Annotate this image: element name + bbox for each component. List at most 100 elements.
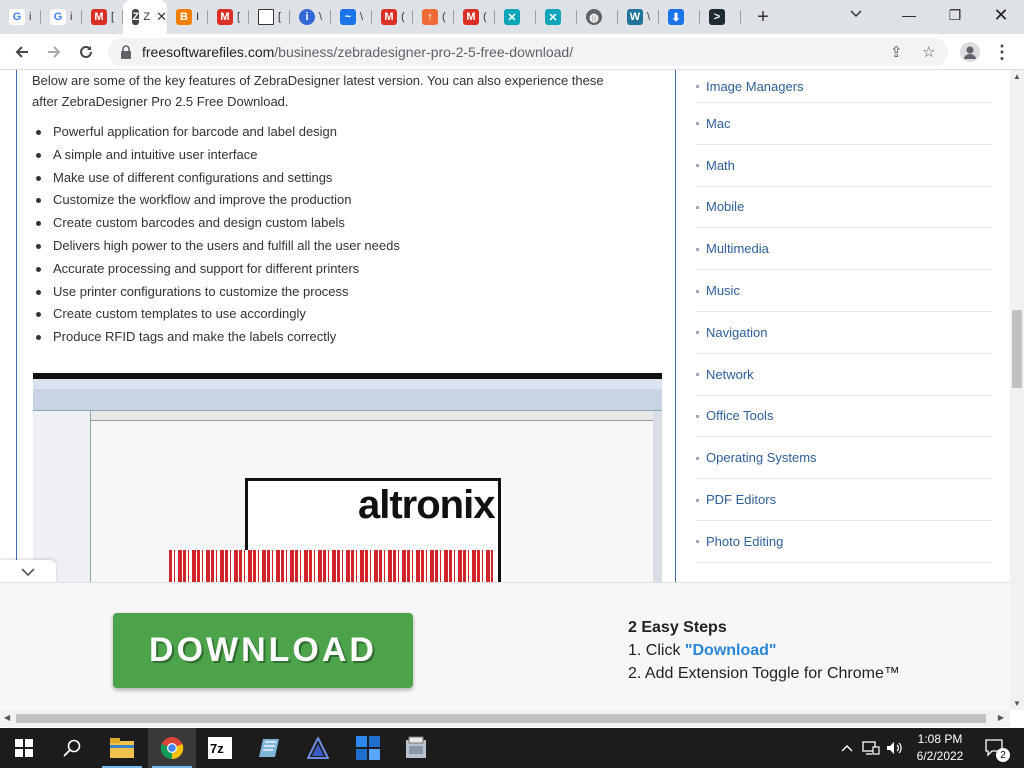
reload-button[interactable] — [74, 40, 98, 64]
search-button[interactable] — [48, 728, 96, 768]
sidebar-category-link[interactable]: Photo Editing — [696, 521, 992, 563]
browser-tab[interactable]: M( — [454, 0, 495, 34]
chrome-taskbar-icon[interactable] — [148, 728, 196, 768]
browser-tab[interactable]: M( — [372, 0, 413, 34]
google-icon: G — [50, 9, 66, 25]
browser-tab[interactable]: M[ — [82, 0, 123, 34]
horizontal-scroll-thumb[interactable] — [16, 714, 986, 723]
speaker-icon — [887, 742, 902, 754]
download-button[interactable]: DOWNLOAD — [113, 613, 413, 688]
minimize-button[interactable]: — — [886, 0, 932, 30]
browser-tab[interactable]: ✕ — [495, 0, 536, 34]
restore-button[interactable]: ❐ — [932, 0, 978, 30]
google-icon: G — [9, 9, 25, 25]
sidebar-category-link[interactable]: Mobile — [696, 187, 992, 229]
sidebar-category-link[interactable]: Office Tools — [696, 396, 992, 438]
vertical-scrollbar[interactable]: ▲ ▼ — [1010, 70, 1024, 710]
feature-list-item: Powerful application for barcode and lab… — [36, 124, 400, 147]
show-hidden-icons-button[interactable] — [838, 728, 856, 768]
download-icon: ⬇ — [668, 9, 684, 25]
file-explorer-taskbar-icon[interactable] — [98, 728, 146, 768]
download-button-label: DOWNLOAD — [149, 631, 377, 669]
forward-button[interactable] — [42, 40, 66, 64]
scroll-left-arrow-icon[interactable]: ◀ — [4, 713, 10, 722]
sidebar-category-link[interactable]: Image Managers — [696, 70, 992, 103]
chevron-up-icon — [841, 745, 853, 752]
category-sidebar: Image Managers Mac Math Mobile Multimedia Mus… — [696, 70, 992, 563]
sidebar-category-link[interactable]: Multimedia — [696, 228, 992, 271]
7zip-taskbar-icon[interactable]: 7z — [196, 728, 244, 768]
article-intro: Below are some of the key features of Ze… — [32, 73, 604, 109]
scroll-up-arrow-icon[interactable]: ▲ — [1013, 72, 1021, 81]
profile-button[interactable] — [958, 40, 982, 64]
browser-menu-button[interactable]: ⋮ — [990, 40, 1014, 64]
sidebar-category-link[interactable]: Mac — [696, 103, 992, 145]
screenshot-scrollbar — [653, 411, 662, 582]
clock-time: 1:08 PM — [917, 732, 963, 746]
scroll-down-arrow-icon[interactable]: ▼ — [1013, 699, 1021, 708]
share-icon[interactable]: ⇪ — [890, 43, 903, 61]
browser-tab[interactable]: ↑( — [413, 0, 454, 34]
browser-tab[interactable]: ◍ — [577, 0, 618, 34]
gmail-icon: M — [217, 9, 233, 25]
taskbar-clock[interactable]: 1:08 PM 6/2/2022 — [910, 731, 970, 765]
browser-tab[interactable]: Gi — [41, 0, 82, 34]
gmail-icon: M — [91, 9, 107, 25]
gmail-icon: M — [463, 9, 479, 25]
sidebar-category-link[interactable]: Music — [696, 270, 992, 312]
close-tab-icon[interactable]: ✕ — [156, 9, 167, 25]
step-two: 2. Add Extension Toggle for Chrome™ — [628, 665, 900, 682]
grid-app-taskbar-icon[interactable] — [344, 728, 392, 768]
archive-app-taskbar-icon[interactable] — [392, 728, 440, 768]
start-button[interactable] — [0, 728, 48, 768]
sidebar-category-link[interactable]: Network — [696, 354, 992, 396]
zebra-icon: Z — [132, 9, 140, 25]
back-button[interactable] — [10, 40, 34, 64]
scroll-right-arrow-icon[interactable]: ▶ — [998, 713, 1004, 722]
feature-list: Powerful application for barcode and lab… — [36, 124, 400, 352]
horizontal-scrollbar[interactable]: ◀ ▶ — [0, 710, 1010, 727]
notification-count-badge: 2 — [996, 748, 1010, 762]
browser-tab[interactable]: M[ — [208, 0, 249, 34]
new-tab-button[interactable]: + — [749, 6, 777, 29]
notebook-icon — [259, 739, 279, 757]
feature-list-item: A simple and intuitive user interface — [36, 147, 400, 170]
feature-list-item: Accurate processing and support for diff… — [36, 261, 400, 284]
browser-tab[interactable]: > — [700, 0, 741, 34]
vector-app-taskbar-icon[interactable] — [294, 728, 342, 768]
close-window-button[interactable]: ✕ — [978, 0, 1024, 30]
software-screenshot[interactable]: altronix — [33, 373, 662, 582]
bookmark-star-icon[interactable]: ☆ — [922, 43, 935, 61]
collapse-ad-button[interactable] — [0, 560, 56, 584]
tab-title: ( — [442, 11, 446, 23]
browser-tab[interactable]: Z Z ✕ — [123, 0, 167, 34]
tab-search-button[interactable] — [850, 6, 862, 21]
sidebar-category-link[interactable]: Navigation — [696, 312, 992, 354]
tab-title: i — [70, 11, 73, 23]
triangle-app-icon — [307, 737, 329, 759]
volume-tray-icon[interactable] — [884, 728, 906, 768]
notebook-taskbar-icon[interactable] — [246, 728, 294, 768]
web-page: Below are some of the key features of Ze… — [0, 70, 1010, 582]
vertical-scroll-thumb[interactable] — [1012, 310, 1022, 388]
swirl-icon: ~ — [340, 9, 356, 25]
browser-tab[interactable]: Gi — [0, 0, 41, 34]
action-center-button[interactable]: 2 — [980, 728, 1010, 768]
globe-icon: ◍ — [586, 9, 602, 25]
sidebar-category-link[interactable]: Operating Systems — [696, 437, 992, 480]
address-bar[interactable]: freesoftwarefiles.com/business/zebradesi… — [108, 38, 948, 66]
browser-tab[interactable]: [ — [249, 0, 290, 34]
browser-tab[interactable]: ~ \ — [331, 0, 372, 34]
browser-tab[interactable]: ✕ — [536, 0, 577, 34]
step-one-link[interactable]: "Download" — [685, 642, 777, 659]
sidebar-category-link[interactable]: PDF Editors — [696, 479, 992, 521]
browser-tab[interactable]: ⬇ — [659, 0, 700, 34]
screenshot-app-window: altronix — [33, 379, 662, 582]
sidebar-category-link[interactable]: Math — [696, 145, 992, 187]
network-tray-icon[interactable] — [860, 728, 882, 768]
tab-title: I — [196, 11, 200, 23]
browser-tab[interactable]: i \ — [290, 0, 331, 34]
browser-tab[interactable]: W \ — [618, 0, 659, 34]
browser-tab-strip: Gi Gi M[Z Z ✕ B I M[[i \ ~ \ M(↑(M(✕ ✕ ◍ W \ ⬇ > + — [0, 0, 1024, 34]
browser-tab[interactable]: BI — [167, 0, 208, 34]
